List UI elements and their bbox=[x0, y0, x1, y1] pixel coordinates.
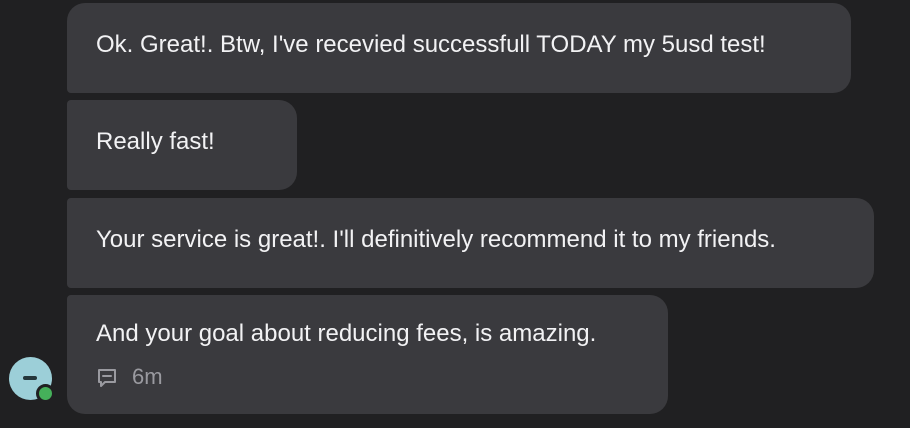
message-bubble[interactable]: Your service is great!. I'll definitivel… bbox=[67, 198, 874, 288]
message-text: And your goal about reducing fees, is am… bbox=[96, 320, 597, 347]
message-bubble[interactable]: Really fast! bbox=[67, 100, 297, 190]
message-text: Really fast! bbox=[96, 128, 215, 155]
message-bubble[interactable]: And your goal about reducing fees, is am… bbox=[67, 295, 668, 414]
message-text: Your service is great!. I'll definitivel… bbox=[96, 226, 776, 253]
message-bubble[interactable]: Ok. Great!. Btw, I've recevied successfu… bbox=[67, 3, 851, 93]
avatar[interactable] bbox=[9, 357, 55, 403]
chat-thread: Ok. Great!. Btw, I've recevied successfu… bbox=[0, 0, 910, 428]
message-meta: 6m bbox=[96, 363, 163, 391]
reply-thread-icon[interactable] bbox=[96, 367, 118, 387]
avatar-minus-icon bbox=[23, 376, 37, 380]
message-text: Ok. Great!. Btw, I've recevied successfu… bbox=[96, 31, 766, 58]
online-status-icon bbox=[36, 384, 55, 403]
message-timestamp: 6m bbox=[132, 364, 163, 389]
